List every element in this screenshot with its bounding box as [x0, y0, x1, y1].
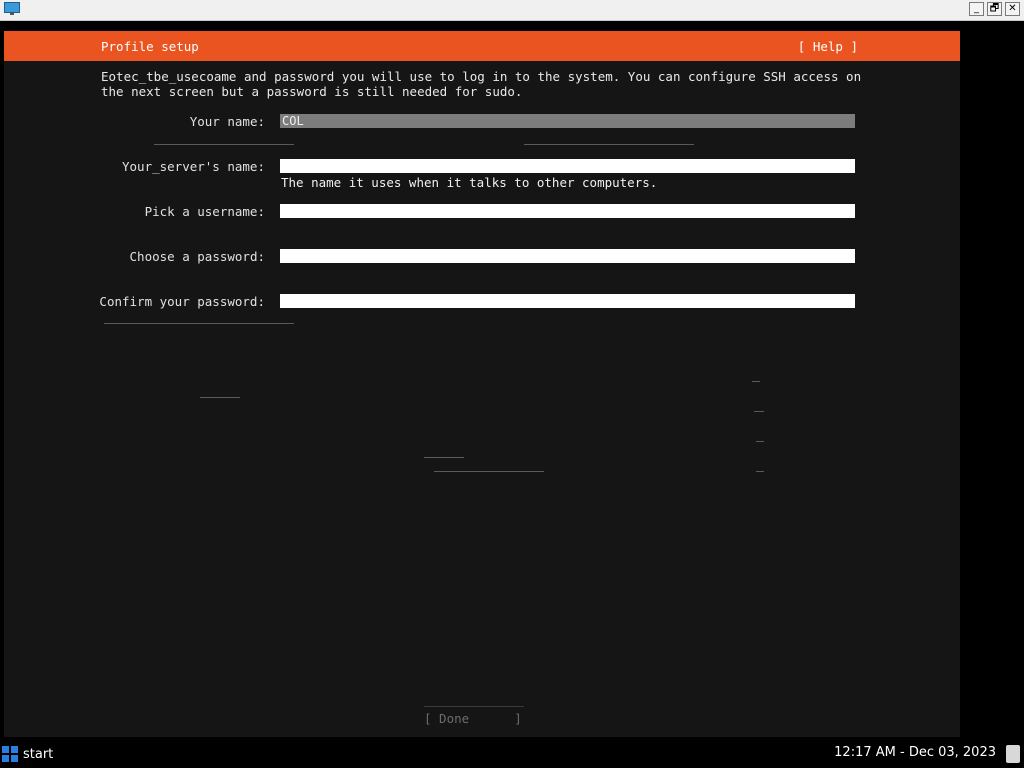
username-label: Pick a username:: [144, 204, 265, 219]
window-titlebar: _ 🗗 ✕: [0, 0, 1024, 21]
screen-artifact: [756, 471, 764, 472]
restore-button[interactable]: 🗗: [987, 2, 1002, 16]
confirm-password-label: Confirm your password:: [99, 294, 265, 309]
monitor-icon: [4, 2, 20, 15]
installer-screen: Profile setup [ Help ] Eotec_tbe_usecoam…: [4, 31, 960, 737]
intro-text: Eotec_tbe_usecoame and password you will…: [101, 69, 862, 99]
close-button[interactable]: ✕: [1005, 2, 1020, 16]
screen-artifact: [752, 381, 760, 382]
screen-artifact: [754, 411, 764, 412]
done-button[interactable]: [ Done ]: [424, 711, 522, 726]
screen-artifact: [200, 397, 240, 398]
help-button[interactable]: [ Help ]: [798, 39, 858, 54]
divider: [424, 706, 524, 707]
installer-header: Profile setup [ Help ]: [4, 31, 960, 61]
your-name-input[interactable]: [280, 114, 855, 128]
screen-artifact: [154, 144, 294, 145]
username-input[interactable]: [280, 204, 855, 218]
confirm-password-input[interactable]: [280, 294, 855, 308]
taskbar: start 12:17 AM - Dec 03, 2023: [0, 740, 1024, 768]
screen-artifact: [524, 144, 694, 145]
minimize-button[interactable]: _: [969, 2, 984, 16]
screen-artifact: [104, 323, 294, 324]
tray-icon[interactable]: [1006, 745, 1020, 763]
console-frame: Profile setup [ Help ] Eotec_tbe_usecoam…: [0, 21, 1024, 740]
page-title: Profile setup: [101, 39, 199, 54]
windows-logo-icon: [2, 746, 18, 762]
password-input[interactable]: [280, 249, 855, 263]
server-name-help: The name it uses when it talks to other …: [281, 175, 658, 190]
start-button[interactable]: start: [2, 744, 53, 764]
screen-artifact: [756, 441, 764, 442]
server-name-input[interactable]: [280, 159, 855, 173]
screen-artifact: [434, 471, 544, 472]
password-label: Choose a password:: [129, 249, 265, 264]
server-name-label: Your_server's name:: [122, 159, 265, 174]
screen-artifact: [424, 457, 464, 458]
clock: 12:17 AM - Dec 03, 2023: [834, 745, 996, 760]
your-name-label: Your name:: [189, 114, 265, 129]
start-label: start: [23, 746, 54, 762]
